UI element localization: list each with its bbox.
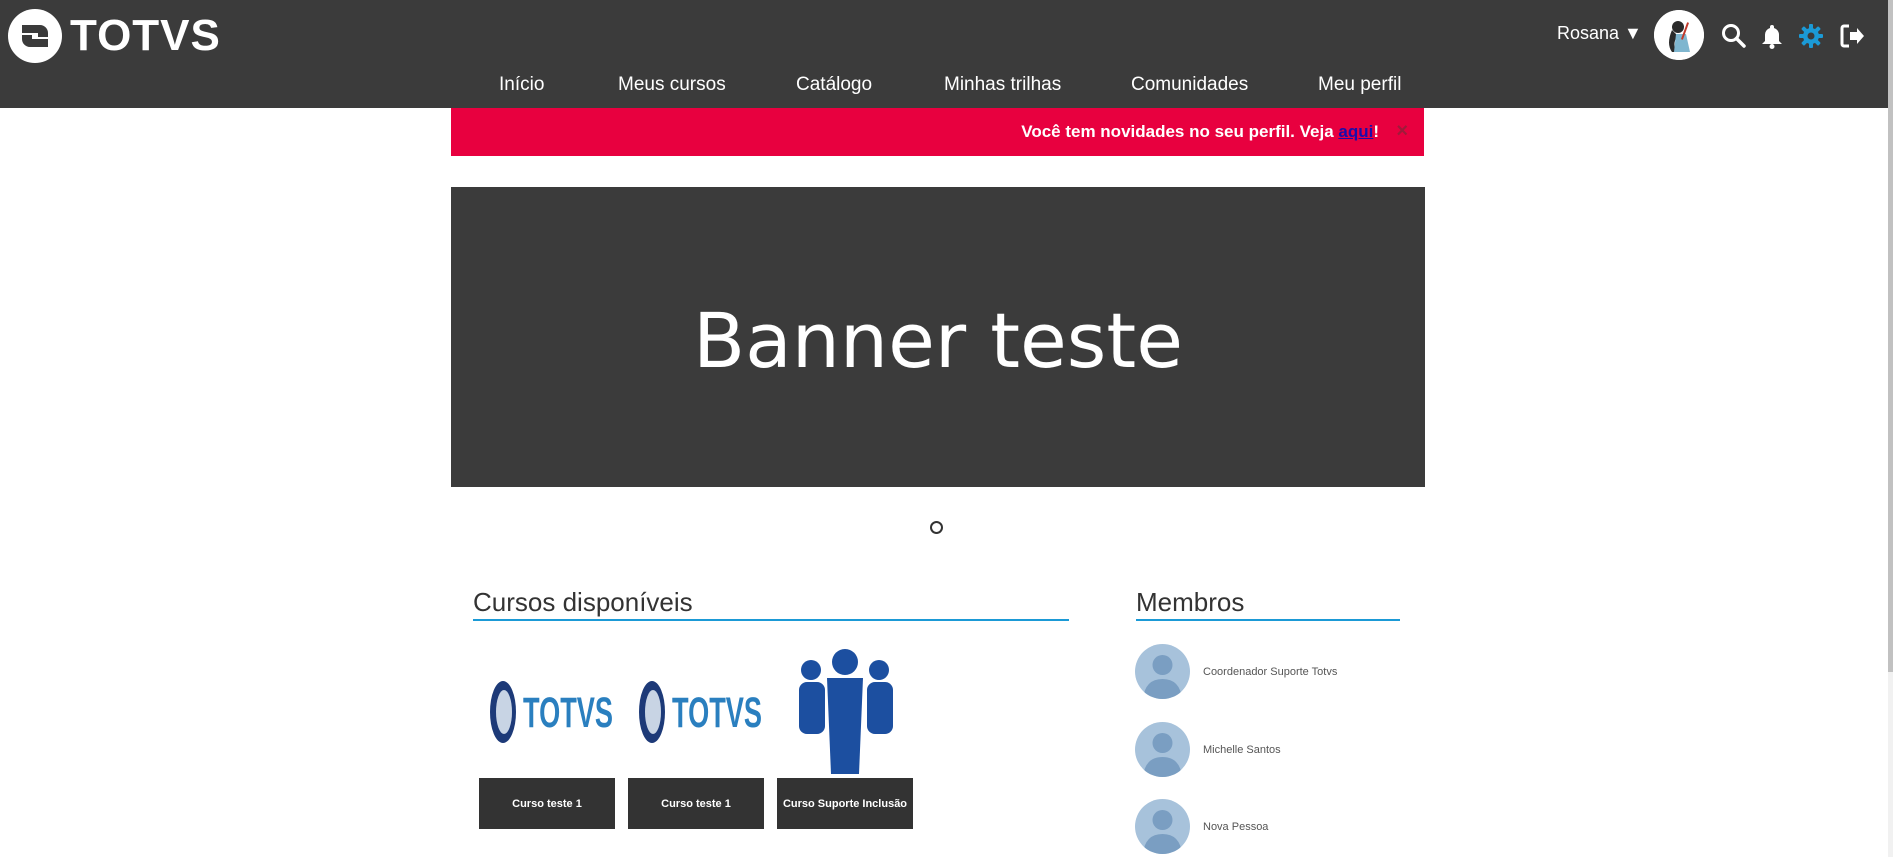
nav-meus-cursos[interactable]: Meus cursos bbox=[618, 74, 726, 96]
member-item[interactable]: Michelle Santos bbox=[1135, 722, 1281, 777]
members-title-underline bbox=[1136, 619, 1400, 621]
bell-icon[interactable] bbox=[1758, 22, 1786, 50]
search-icon[interactable] bbox=[1720, 22, 1748, 50]
course-thumb-2-brand: TOTVS bbox=[672, 689, 762, 737]
page-scrollbar[interactable] bbox=[1888, 0, 1893, 857]
nav-catalogo[interactable]: Catálogo bbox=[796, 74, 872, 96]
alert-link[interactable]: aqui bbox=[1338, 122, 1373, 141]
nav-minhas-trilhas[interactable]: Minhas trilhas bbox=[944, 74, 1061, 96]
members-section-title: Membros bbox=[1136, 587, 1245, 617]
nav-comunidades[interactable]: Comunidades bbox=[1131, 74, 1248, 96]
person-icon bbox=[1143, 810, 1182, 854]
nav-inicio[interactable]: Início bbox=[499, 74, 544, 96]
person-icon bbox=[1143, 733, 1182, 777]
alert-suffix: ! bbox=[1373, 122, 1379, 141]
courses-section-title: Cursos disponíveis bbox=[473, 587, 693, 617]
member-avatar bbox=[1135, 722, 1190, 777]
close-icon[interactable]: × bbox=[1396, 120, 1408, 143]
member-name: Michelle Santos bbox=[1203, 743, 1281, 756]
course-thumb-1-brand: TOTVS bbox=[523, 689, 613, 737]
banner-slide[interactable]: Banner teste bbox=[451, 187, 1425, 487]
alert-text: Você tem novidades no seu perfil. Veja bbox=[1021, 122, 1339, 141]
member-avatar bbox=[1135, 799, 1190, 854]
member-item[interactable]: Nova Pessoa bbox=[1135, 799, 1268, 854]
profile-news-alert: Você tem novidades no seu perfil. Veja a… bbox=[451, 108, 1424, 156]
member-name: Nova Pessoa bbox=[1203, 820, 1269, 833]
totvs-logo[interactable]: TOTVS bbox=[8, 8, 221, 64]
course-card-label-2[interactable]: Curso teste 1 bbox=[628, 778, 764, 829]
nav-meu-perfil[interactable]: Meu perfil bbox=[1318, 74, 1401, 96]
brand-name: TOTVS bbox=[70, 11, 221, 60]
member-name: Coordenador Suporte Totvs bbox=[1203, 665, 1338, 678]
course-thumb-3-people-icon[interactable] bbox=[777, 648, 913, 776]
course-card-label-3[interactable]: Curso Suporte Inclusão bbox=[777, 778, 913, 829]
top-header: TOTVS Rosana ▼ Início Meus cursos Catálo… bbox=[0, 0, 1888, 108]
user-avatar-illustration bbox=[1654, 10, 1704, 60]
course-card-label-1[interactable]: Curso teste 1 bbox=[479, 778, 615, 829]
member-avatar bbox=[1135, 644, 1190, 699]
gear-icon[interactable] bbox=[1797, 22, 1825, 50]
main-nav: Início Meus cursos Catálogo Minhas trilh… bbox=[0, 74, 1888, 100]
course-thumb-2[interactable]: TOTVS bbox=[628, 648, 764, 776]
member-item[interactable]: Coordenador Suporte Totvs bbox=[1135, 644, 1337, 699]
user-menu-dropdown[interactable]: Rosana ▼ bbox=[1557, 23, 1642, 44]
person-icon bbox=[1143, 655, 1182, 699]
courses-title-underline bbox=[473, 619, 1069, 621]
user-avatar[interactable] bbox=[1654, 10, 1704, 60]
carousel-indicator[interactable] bbox=[930, 521, 943, 534]
banner-title: Banner teste bbox=[693, 295, 1183, 385]
logout-icon[interactable] bbox=[1838, 22, 1866, 50]
course-thumb-1[interactable]: TOTVS bbox=[479, 648, 615, 776]
totvs-logo-icon bbox=[8, 9, 62, 63]
alert-message: Você tem novidades no seu perfil. Veja a… bbox=[1021, 122, 1379, 142]
scrollbar-thumb[interactable] bbox=[1888, 0, 1893, 672]
